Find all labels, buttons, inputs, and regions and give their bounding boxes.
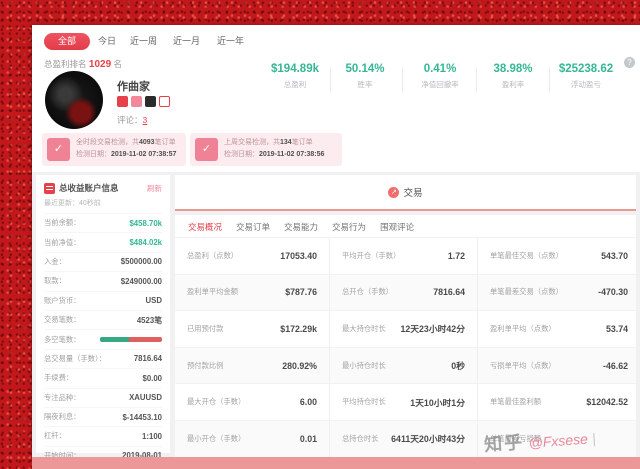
sub-tab-bar: 交易概况 交易订单 交易能力 交易行为 围观评论 — [175, 215, 636, 237]
divider — [476, 67, 477, 93]
row-balance: 当前余额： $458.70k — [44, 213, 162, 232]
divider — [549, 67, 550, 93]
refresh-link[interactable]: 刷新 — [147, 183, 162, 194]
stats-row: 已用预付款 $172.29k 最大持仓时长 12天23小时42分 盈利单平均（点数）… — [175, 310, 636, 347]
row-deposit: 入金： $500000.00 — [44, 251, 162, 271]
banner-line1: 全时段交易检测，共4093笔订单 — [76, 139, 176, 146]
sidebar-title: 总收益账户信息 — [59, 183, 119, 193]
document-icon — [44, 182, 55, 194]
trading-stats-panel: 交易概况 交易订单 交易能力 交易行为 围观评论 总盈利（点数） 17053.40… — [175, 215, 636, 457]
row-total-volume: 总交易量（手数）： 7816.64 — [44, 348, 162, 368]
subtab-behavior[interactable]: 交易行为 — [332, 221, 366, 237]
comments-label: 评论： — [117, 115, 143, 125]
row-trade-count: 交易笔数： 4523笔 — [44, 309, 162, 329]
subtab-overview[interactable]: 交易概况 — [188, 221, 222, 237]
rank-value: 1029 — [88, 59, 112, 70]
stat-label: 浮动盈亏 — [571, 80, 601, 89]
tab-today[interactable]: 今日 — [98, 33, 116, 50]
badge-pink-icon — [131, 96, 142, 107]
row-long-short: 多空笔数： — [44, 329, 162, 348]
trader-name: 作曲家 — [117, 81, 150, 93]
row-swap: 隔夜利息： $-14453.10 — [44, 406, 162, 426]
check-icon: ✓ — [195, 138, 218, 161]
badge-row — [117, 96, 170, 107]
trade-icon: ↗ — [388, 186, 400, 198]
account-info-sidebar: 总收益账户信息 刷新 最近更新：40秒前 当前余额： $458.70k 当前净值… — [36, 175, 170, 460]
banner-line2: 检测日期：2019-11-02 07:38:56 — [224, 151, 325, 158]
subtab-comments[interactable]: 围观评论 — [380, 221, 414, 237]
tab-trading-label: 交易 — [403, 188, 423, 199]
row-symbol: 专注品种： XAUUSD — [44, 387, 162, 407]
banner-last-week-check: ✓ 上周交易检测，共134笔订单 检测日期：2019-11-02 07:38:5… — [190, 133, 342, 166]
stat-floating-pl: $25238.62 浮动盈亏 — [538, 63, 634, 90]
stat-value: $25238.62 — [558, 63, 614, 75]
help-icon[interactable]: ? — [624, 57, 635, 68]
comments: 评论：3 — [117, 114, 147, 126]
stats-row: 最大开仓（手数） 6.00 平均持仓时长 1天10小时1分 单笔最佳盈利额 $1204… — [175, 383, 636, 420]
subtab-ability[interactable]: 交易能力 — [284, 221, 318, 237]
long-short-bar — [100, 337, 162, 343]
check-icon: ✓ — [47, 138, 70, 161]
stats-row: 盈利单平均金额 $787.76 总开仓（手数） 7816.64 单笔最差交易（点数）… — [175, 273, 636, 311]
banner-line2: 检测日期：2019-11-02 07:38:57 — [76, 151, 177, 158]
banner-line1: 上周交易检测，共134笔订单 — [224, 139, 313, 146]
main-tab-bar: ↗ 交易 — [175, 175, 636, 211]
stats-grid: 总盈利（点数） 17053.40 平均开仓（手数） 1.72 单笔最佳交易（点数） 5… — [175, 237, 636, 457]
banner-all-time-check: ✓ 全时段交易检测，共4093笔订单 检测日期：2019-11-02 07:38… — [42, 133, 186, 166]
rank-unit: 名 — [113, 59, 123, 69]
badge-red-icon — [117, 96, 128, 107]
row-commission: 手续费： $0.00 — [44, 368, 162, 387]
tab-last-week[interactable]: 近一周 — [130, 33, 157, 50]
profit-rank: 总盈利排名 1029 名 — [44, 58, 122, 70]
subtab-orders[interactable]: 交易订单 — [236, 221, 270, 237]
divider — [330, 67, 331, 93]
divider — [402, 67, 403, 93]
tab-all[interactable]: 全部 — [44, 33, 90, 50]
comments-link[interactable]: 3 — [143, 115, 148, 125]
long-segment — [100, 337, 130, 343]
row-currency: 账户货币： USD — [44, 290, 162, 310]
row-withdrawal: 取款： $249000.00 — [44, 271, 162, 290]
badge-dark-icon — [145, 96, 156, 107]
row-leverage: 杠杆： 1:100 — [44, 426, 162, 445]
avatar[interactable] — [45, 71, 103, 129]
bottom-border-strip — [32, 457, 640, 469]
last-updated: 最近更新：40秒前 — [44, 200, 101, 207]
stats-row: 最小开仓（手数） 0.01 总持仓时长 6411天20小时43分 单笔最差亏损额 — [175, 419, 636, 457]
tab-trading[interactable]: ↗ 交易 — [175, 175, 636, 209]
tab-last-month[interactable]: 近一月 — [173, 33, 200, 50]
dashboard-panel: 全部 今日 近一周 近一月 近一年 总盈利排名 1029 名 作曲家 评论：3 … — [32, 25, 640, 460]
stats-row: 预付款比例 280.92% 最小持仓时长 0秒 亏损单平均（点数） -46.62 — [175, 346, 636, 384]
row-equity: 当前净值： $484.02k — [44, 232, 162, 251]
badge-outline-icon — [159, 96, 170, 107]
short-segment — [129, 337, 162, 343]
rank-label: 总盈利排名 — [44, 59, 87, 69]
stats-row: 总盈利（点数） 17053.40 平均开仓（手数） 1.72 单笔最佳交易（点数） 5… — [175, 237, 636, 274]
tab-last-year[interactable]: 近一年 — [217, 33, 244, 50]
period-tab-bar: 全部 今日 近一周 近一月 近一年 — [32, 33, 640, 51]
